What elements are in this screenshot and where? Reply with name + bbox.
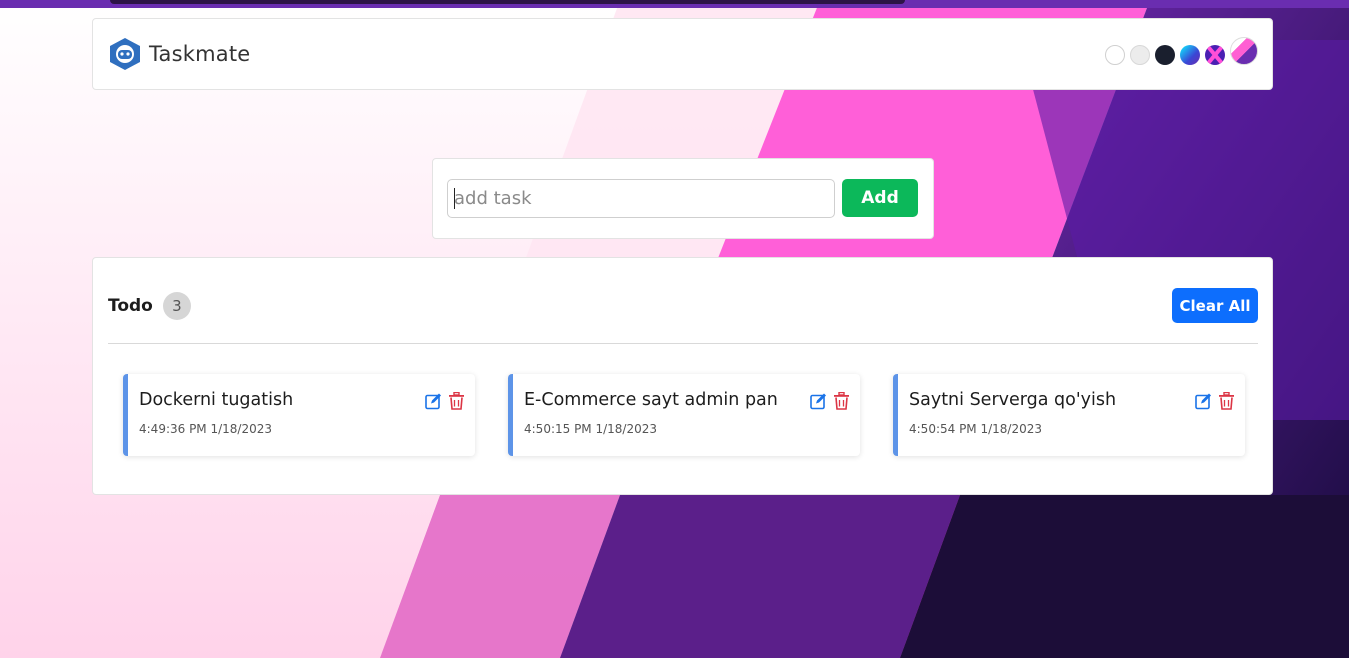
todo-count-badge: 3 (162, 292, 191, 320)
blue-gradient-theme-swatch[interactable] (1180, 45, 1200, 65)
todo-title: Todo (108, 296, 153, 316)
white-theme-swatch[interactable] (1105, 45, 1125, 65)
task-title: Saytni Serverga qo'yish (909, 390, 1117, 410)
dark-theme-swatch[interactable] (1155, 45, 1175, 65)
delete-icon[interactable] (1218, 392, 1235, 410)
divider (108, 343, 1258, 344)
edit-icon[interactable] (1195, 392, 1212, 410)
task-timestamp: 4:49:36 PM 1/18/2023 (139, 422, 273, 436)
delete-icon[interactable] (448, 392, 465, 410)
task-timestamp: 4:50:54 PM 1/18/2023 (909, 422, 1043, 436)
task-title: Dockerni tugatish (139, 390, 294, 410)
add-task-button[interactable]: Add (842, 179, 918, 217)
browser-top-strip-slot (110, 0, 905, 4)
delete-icon[interactable] (833, 392, 850, 410)
theme-switcher (1105, 37, 1258, 69)
todo-header: Todo 3 (108, 292, 191, 320)
purple-pattern-theme-swatch[interactable] (1205, 45, 1225, 65)
app-name: Taskmate (149, 42, 251, 66)
browser-top-strip (0, 0, 1349, 8)
task-card: Dockerni tugatish 4:49:36 PM 1/18/2023 (123, 374, 475, 456)
task-timestamp: 4:50:15 PM 1/18/2023 (524, 422, 658, 436)
add-task-input[interactable] (447, 179, 835, 218)
robot-logo-icon (110, 38, 140, 70)
add-task-form: Add (432, 158, 934, 239)
task-actions (1195, 392, 1235, 410)
clear-all-button[interactable]: Clear All (1172, 288, 1258, 323)
edit-icon[interactable] (425, 392, 442, 410)
task-actions (810, 392, 850, 410)
light-gray-theme-swatch[interactable] (1130, 45, 1150, 65)
todo-panel: Todo 3 Clear All Dockerni tugatish 4:49:… (92, 257, 1273, 495)
edit-icon[interactable] (810, 392, 827, 410)
task-title: E-Commerce sayt admin pan (524, 390, 778, 410)
navbar: Taskmate (92, 18, 1273, 90)
brand[interactable]: Taskmate (107, 36, 250, 72)
task-card: E-Commerce sayt admin pan 4:50:15 PM 1/1… (508, 374, 860, 456)
pink-gradient-theme-swatch[interactable] (1230, 37, 1258, 65)
task-card: Saytni Serverga qo'yish 4:50:54 PM 1/18/… (893, 374, 1245, 456)
text-caret (454, 188, 455, 209)
task-actions (425, 392, 465, 410)
